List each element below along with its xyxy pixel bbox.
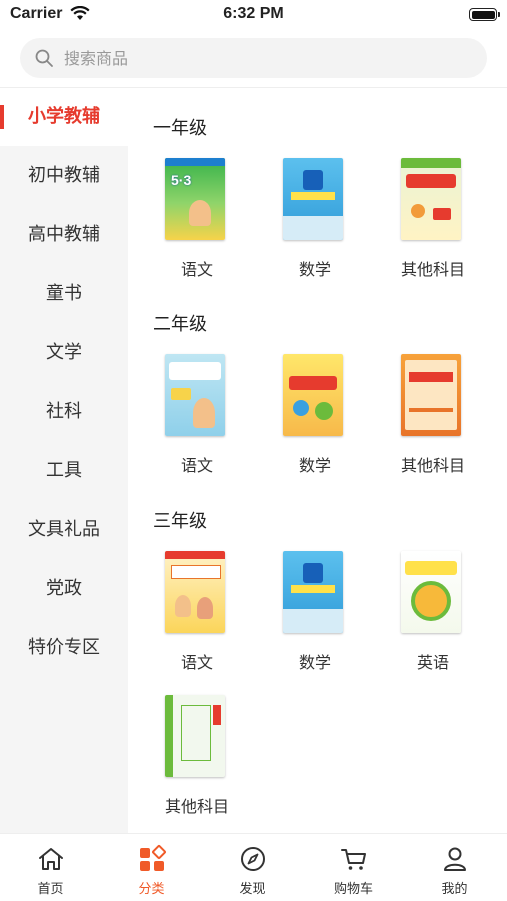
book-label: 数学 [298, 260, 331, 279]
sidebar-item-childrens-books[interactable]: 童书 [0, 265, 128, 323]
book-label: 其他科目 [164, 797, 229, 816]
tab-discover[interactable]: 发现 [202, 834, 303, 901]
book-item[interactable]: 数学 [256, 354, 374, 484]
book-label: 数学 [298, 653, 331, 672]
book-cover-image [165, 695, 225, 777]
tab-label: 分类 [138, 882, 165, 897]
tab-cart[interactable]: 购物车 [303, 834, 404, 901]
book-cover-image [401, 551, 461, 633]
tab-label: 我的 [441, 882, 468, 897]
book-item[interactable]: 5·3 语文 [138, 158, 256, 288]
book-label: 英语 [416, 653, 449, 672]
tab-profile[interactable]: 我的 [404, 834, 505, 901]
book-label: 语文 [180, 653, 213, 672]
book-cover-image [401, 354, 461, 436]
tab-home[interactable]: 首页 [0, 834, 101, 901]
clock: 6:32 PM [223, 5, 284, 22]
user-icon [444, 847, 466, 871]
sidebar-item-tools[interactable]: 工具 [0, 442, 128, 500]
book-item[interactable]: 数学 [256, 158, 374, 288]
book-item[interactable]: 数学 [256, 551, 374, 681]
section-title: 一年级 [153, 118, 207, 139]
sidebar-item-special-offers[interactable]: 特价专区 [0, 619, 128, 677]
tab-label: 购物车 [333, 882, 373, 897]
battery-icon [469, 8, 500, 21]
category-content: 一年级 5·3 语文 数学 其他科目 二年级 语文 数学 其他科目 三年级 语文… [128, 88, 507, 833]
sidebar-item-junior-high[interactable]: 初中教辅 [0, 147, 128, 205]
book-label: 其他科目 [400, 260, 465, 279]
book-cover-image [165, 551, 225, 633]
book-cover-image: 5·3 [165, 158, 225, 240]
category-sidebar: 小学教辅 初中教辅 高中教辅 童书 文学 社科 工具 文具礼品 党政 特价专区 [0, 88, 128, 833]
book-item[interactable]: 语文 [138, 551, 256, 681]
book-label: 其他科目 [400, 456, 465, 475]
book-item[interactable]: 其他科目 [138, 695, 256, 825]
book-item[interactable]: 其他科目 [374, 354, 492, 484]
section-title: 二年级 [153, 314, 207, 335]
book-cover-image [165, 354, 225, 436]
book-cover-image [401, 158, 461, 240]
book-label: 语文 [180, 260, 213, 279]
tab-category[interactable]: 分类 [101, 834, 202, 901]
book-cover-image [283, 551, 343, 633]
tab-label: 发现 [239, 882, 266, 897]
section-title: 三年级 [153, 511, 207, 532]
book-label: 语文 [180, 456, 213, 475]
sidebar-item-senior-high[interactable]: 高中教辅 [0, 206, 128, 264]
book-cover-image [283, 354, 343, 436]
compass-icon [241, 847, 265, 871]
home-icon [39, 848, 63, 870]
book-item[interactable]: 语文 [138, 354, 256, 484]
book-label: 数学 [298, 456, 331, 475]
sidebar-item-primary-school[interactable]: 小学教辅 [0, 88, 128, 146]
book-item[interactable]: 其他科目 [374, 158, 492, 288]
sidebar-item-social-science[interactable]: 社科 [0, 383, 128, 441]
book-cover-image [283, 158, 343, 240]
bottom-tab-bar: 首页 分类 发现 购物车 我的 [0, 833, 507, 901]
status-bar: Carrier 6:32 PM [0, 0, 507, 32]
tab-label: 首页 [37, 882, 64, 897]
search-icon [35, 49, 53, 67]
search-input[interactable] [64, 38, 464, 78]
book-item[interactable]: 英语 [374, 551, 492, 681]
sidebar-item-stationery[interactable]: 文具礼品 [0, 501, 128, 559]
sidebar-item-party-politics[interactable]: 党政 [0, 560, 128, 618]
search-bar[interactable] [20, 38, 487, 78]
category-icon [140, 845, 166, 871]
sidebar-item-literature[interactable]: 文学 [0, 324, 128, 382]
cart-icon [341, 849, 366, 870]
